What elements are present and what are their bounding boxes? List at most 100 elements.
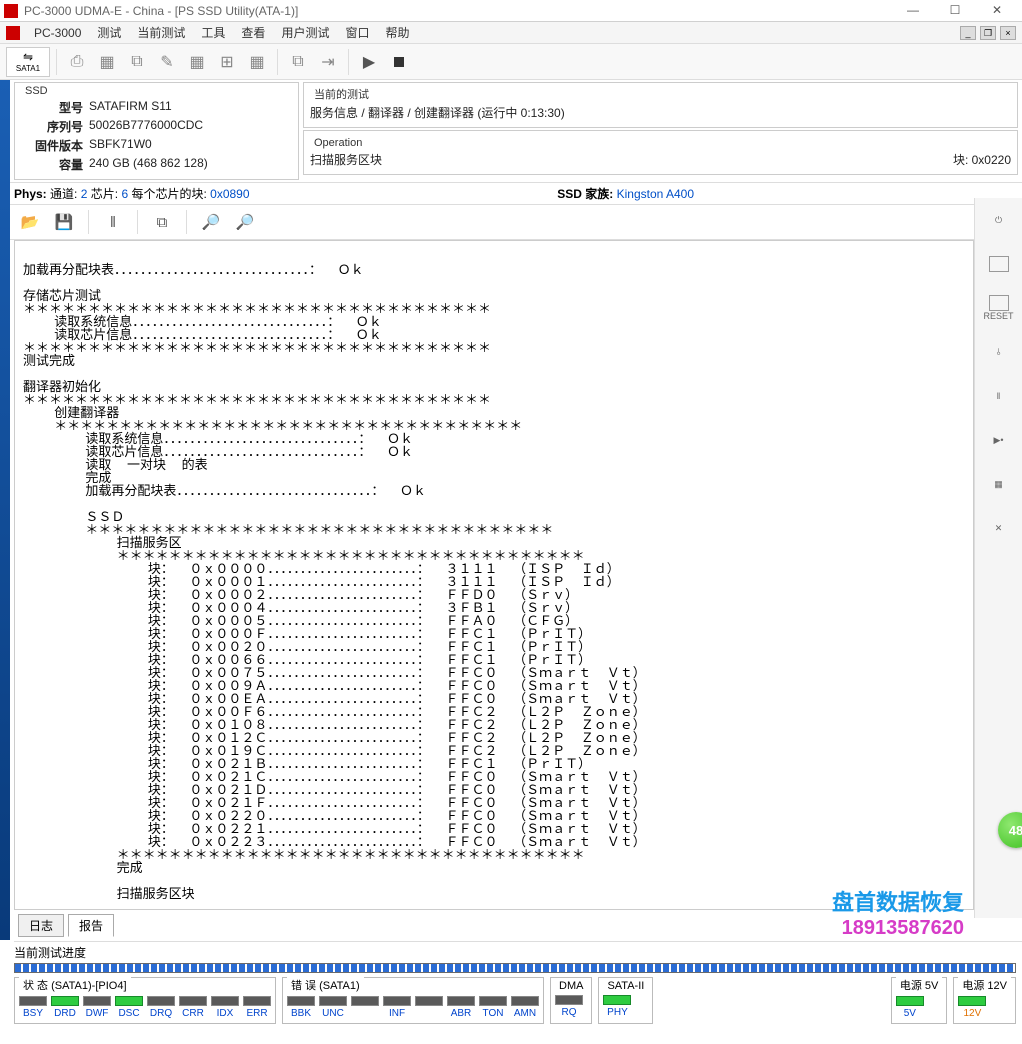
sata-port-button[interactable]: ⇋ SATA1	[6, 47, 50, 77]
pause-side-icon[interactable]: ‖	[985, 382, 1013, 410]
cap-value: 240 GB (468 862 128)	[89, 156, 208, 173]
serial-label: 序列号	[21, 118, 83, 135]
ch-label: 通道:	[50, 185, 77, 202]
phys-line: Phys: 通道: 2 芯片: 6 每个芯片的块: 0x0890 SSD 家族:…	[0, 183, 1022, 204]
tb-icon-3[interactable]: ⧉	[123, 48, 151, 76]
log-output[interactable]: 加载再分配块表．．．．．．．．．．．．．．．．．．．．．．．．．．．．．．： Ｏ…	[14, 240, 974, 910]
chip2-icon[interactable]: ▦	[985, 470, 1013, 498]
connector-icon[interactable]: ⫰	[985, 338, 1013, 366]
pause-icon[interactable]: ‖	[99, 208, 127, 236]
chip-icon[interactable]	[985, 250, 1013, 278]
play-side-icon[interactable]: ▶•	[985, 426, 1013, 454]
state-led: DRQ	[147, 996, 175, 1019]
fw-label: 固件版本	[21, 137, 83, 154]
menu-app-name[interactable]: PC-3000	[28, 24, 87, 42]
status-12v-group: 电源 12V 12V	[953, 977, 1016, 1024]
tb-icon-2[interactable]: ▦	[93, 48, 121, 76]
p5-legend: 电源 5V	[896, 977, 943, 993]
sata2-legend: SATA-II	[603, 980, 648, 992]
tb-icon-8[interactable]: ⧉	[284, 48, 312, 76]
fw-value: SBFK71W0	[89, 137, 152, 154]
mdi-close-button[interactable]: ×	[1000, 26, 1016, 40]
tab-log[interactable]: 日志	[18, 914, 64, 937]
play-button[interactable]: ▶	[355, 48, 383, 76]
op-left-text: 扫描服务区块	[310, 151, 382, 168]
menu-item-tools[interactable]: 工具	[195, 22, 231, 43]
copy-icon[interactable]: ⧉	[148, 208, 176, 236]
menu-item-current-test[interactable]: 当前测试	[131, 22, 191, 43]
blue-side-strip	[0, 80, 10, 940]
status-sata2-group: SATA-II PHY	[598, 977, 653, 1024]
tb-icon-5[interactable]: ▦	[183, 48, 211, 76]
save-icon[interactable]: 💾	[50, 208, 78, 236]
dma-legend: DMA	[555, 980, 587, 992]
tb-icon-1[interactable]: ⎙	[63, 48, 91, 76]
temp-badge: 48	[998, 812, 1022, 848]
menu-item-view[interactable]: 查看	[235, 22, 271, 43]
ssd-family-value: Kingston A400	[617, 187, 694, 201]
err-led	[415, 996, 443, 1019]
minimize-button[interactable]: —	[892, 0, 934, 22]
stop-button[interactable]	[385, 48, 413, 76]
info-section: SSD 型号SATAFIRM S11 序列号50026B7776000CDC 固…	[10, 80, 1022, 183]
menu-item-help[interactable]: 帮助	[379, 22, 415, 43]
state-led: DSC	[115, 996, 143, 1019]
mdi-restore-button[interactable]: ❐	[980, 26, 996, 40]
menu-item-window[interactable]: 窗口	[339, 22, 375, 43]
current-test-panel: 当前的测试 服务信息 / 翻译器 / 创建翻译器 (运行中 0:13:30)	[303, 82, 1018, 128]
app-icon	[4, 4, 18, 18]
menu-item-test[interactable]: 测试	[91, 22, 127, 43]
search-icon[interactable]: 🔎	[197, 208, 225, 236]
current-test-text: 服务信息 / 翻译器 / 创建翻译器 (运行中 0:13:30)	[310, 104, 565, 121]
p5-led: 5V	[896, 996, 924, 1019]
progress-bar	[14, 963, 1016, 973]
tb-icon-6[interactable]: ⊞	[213, 48, 241, 76]
power-icon[interactable]: ⏻	[985, 206, 1013, 234]
tab-report[interactable]: 报告	[68, 914, 114, 937]
p12-led: 12V	[958, 996, 986, 1019]
state-led: DWF	[83, 996, 111, 1019]
model-label: 型号	[21, 99, 83, 116]
dma-led: RQ	[555, 995, 583, 1018]
state-legend: 状 态 (SATA1)-[PIO4]	[19, 977, 131, 993]
status-state-group: 状 态 (SATA1)-[PIO4] BSYDRDDWFDSCDRQCRRIDX…	[14, 977, 276, 1024]
serial-value: 50026B7776000CDC	[89, 118, 203, 135]
status-5v-group: 电源 5V 5V	[891, 977, 948, 1024]
phys-label: Phys:	[14, 187, 47, 201]
state-led: ERR	[243, 996, 271, 1019]
menu-bar: PC-3000 测试 当前测试 工具 查看 用户测试 窗口 帮助 _ ❐ ×	[0, 22, 1022, 44]
state-led: BSY	[19, 996, 47, 1019]
op-right-text: 块: 0x0220	[953, 151, 1011, 168]
tb-icon-7[interactable]: ▦	[243, 48, 271, 76]
ssd-info-panel: SSD 型号SATAFIRM S11 序列号50026B7776000CDC 固…	[14, 82, 299, 180]
err-led: ABR	[447, 996, 475, 1019]
maximize-button[interactable]: ☐	[934, 0, 976, 22]
op-legend: Operation	[310, 137, 366, 149]
perchip-label: 每个芯片的块:	[131, 185, 206, 202]
perchip-value: 0x0890	[210, 187, 249, 201]
tb-icon-9[interactable]: ⇥	[314, 48, 342, 76]
search-next-icon[interactable]: 🔎	[231, 208, 259, 236]
status-panel: 状 态 (SATA1)-[PIO4] BSYDRDDWFDSCDRQCRRIDX…	[14, 977, 1016, 1024]
close-button[interactable]: ✕	[976, 0, 1018, 22]
sata-port-label: SATA1	[16, 64, 40, 73]
phy-led: PHY	[603, 995, 631, 1018]
state-led: CRR	[179, 996, 207, 1019]
open-icon[interactable]: 📂	[16, 208, 44, 236]
status-error-group: 错 误 (SATA1) BBKUNCINFABRTONAMN	[282, 977, 544, 1024]
ch-value: 2	[81, 187, 88, 201]
tools-icon[interactable]: ✕	[985, 514, 1013, 542]
current-legend: 当前的测试	[310, 86, 373, 102]
reset-icon[interactable]: RESET	[985, 294, 1013, 322]
ssd-family-label: SSD 家族:	[557, 187, 613, 201]
p12-legend: 电源 12V	[958, 977, 1011, 993]
err-legend: 错 误 (SATA1)	[287, 977, 364, 993]
err-led: AMN	[511, 996, 539, 1019]
err-led: INF	[383, 996, 411, 1019]
err-led: BBK	[287, 996, 315, 1019]
menu-item-user-test[interactable]: 用户测试	[275, 22, 335, 43]
model-value: SATAFIRM S11	[89, 99, 172, 116]
mdi-minimize-button[interactable]: _	[960, 26, 976, 40]
tb-icon-4[interactable]: ✎	[153, 48, 181, 76]
err-led	[351, 996, 379, 1019]
